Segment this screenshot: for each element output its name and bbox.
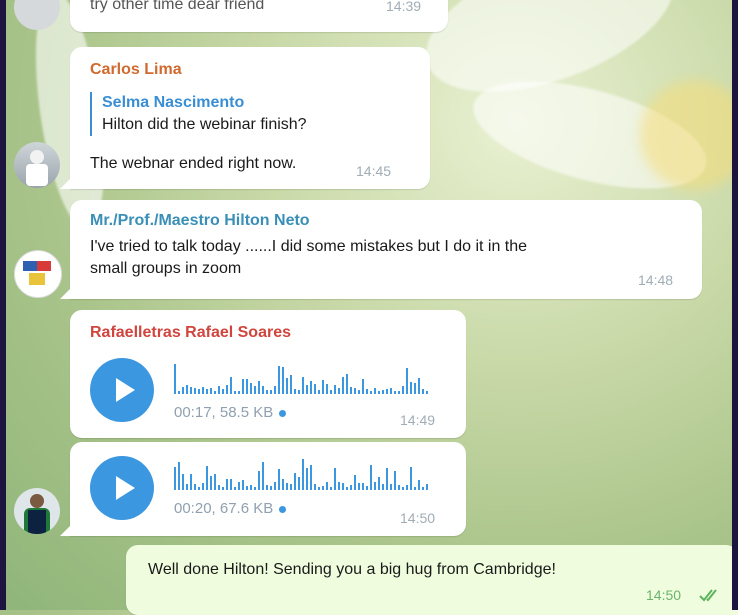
window-frame: [0, 0, 738, 610]
